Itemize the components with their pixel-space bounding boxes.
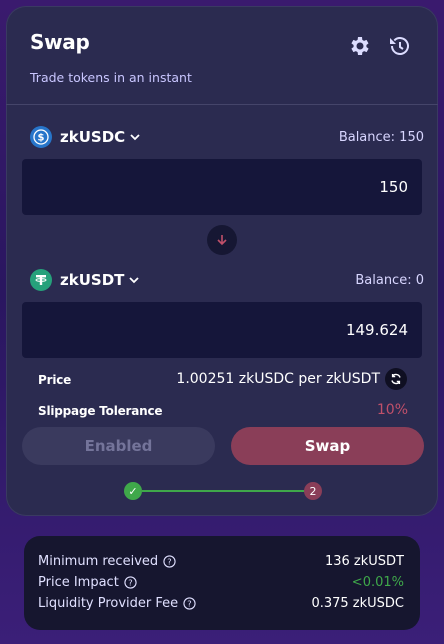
to-balance: Balance: 0: [355, 273, 424, 288]
to-token-name: zkUSDT: [60, 271, 125, 289]
usdt-logo-icon: [30, 269, 52, 291]
help-icon[interactable]: ?: [163, 555, 176, 568]
min-received-label: Minimum received: [38, 554, 159, 569]
step-1-complete-icon: ✓: [124, 482, 142, 500]
help-icon[interactable]: ?: [124, 576, 137, 589]
page-title: Swap: [30, 30, 90, 54]
chevron-down-icon: [129, 277, 140, 284]
swap-button[interactable]: Swap: [231, 427, 424, 465]
min-received-row: Minimum received ? 136 zkUSDT: [38, 554, 404, 569]
min-received-value: 136 zkUSDT: [324, 554, 404, 569]
enabled-button[interactable]: Enabled: [22, 427, 215, 465]
price-impact-value: <0.01%: [351, 575, 404, 590]
from-balance: Balance: 150: [338, 130, 424, 145]
to-token-selector[interactable]: zkUSDT: [30, 269, 140, 291]
price-impact-row: Price Impact ? <0.01%: [38, 575, 404, 590]
history-icon[interactable]: [388, 34, 412, 58]
svg-text:?: ?: [187, 599, 191, 609]
refresh-icon: [391, 373, 401, 385]
price-value: 1.00251 zkUSDC per zkUSDT: [176, 371, 380, 387]
chevron-down-icon: [130, 134, 140, 141]
header-divider: [6, 104, 438, 105]
slippage-label: Slippage Tolerance: [38, 404, 163, 418]
lp-fee-row: Liquidity Provider Fee ? 0.375 zkUSDC: [38, 596, 404, 611]
svg-text:?: ?: [128, 578, 132, 588]
help-icon[interactable]: ?: [183, 597, 196, 610]
slippage-value: 10%: [376, 402, 408, 418]
swap-card: Swap Trade tokens in an instant $ zkUSDC…: [6, 6, 438, 516]
step-2-indicator: 2: [304, 482, 322, 500]
from-token-selector[interactable]: $ zkUSDC: [30, 126, 141, 148]
to-amount-input[interactable]: [22, 302, 422, 358]
from-token-name: zkUSDC: [60, 128, 126, 146]
settings-gear-icon[interactable]: [348, 34, 372, 58]
progress-line: [142, 490, 306, 492]
invert-rate-button[interactable]: [385, 368, 407, 390]
usdc-logo-icon: $: [30, 126, 52, 148]
from-amount-field[interactable]: [22, 159, 422, 215]
price-label: Price: [38, 373, 72, 387]
arrow-down-icon: [217, 235, 227, 246]
from-amount-input[interactable]: [22, 159, 422, 215]
lp-fee-label: Liquidity Provider Fee: [38, 596, 179, 611]
switch-direction-button[interactable]: [207, 225, 237, 255]
trade-summary-panel: Minimum received ? 136 zkUSDT Price Impa…: [24, 536, 420, 630]
swap-header: Swap Trade tokens in an instant: [30, 30, 192, 85]
svg-text:$: $: [38, 133, 45, 144]
lp-fee-value: 0.375 zkUSDC: [311, 596, 404, 611]
price-impact-label: Price Impact: [38, 575, 119, 590]
to-amount-field[interactable]: [22, 302, 422, 358]
svg-text:?: ?: [167, 557, 171, 567]
page-subtitle: Trade tokens in an instant: [30, 70, 192, 85]
